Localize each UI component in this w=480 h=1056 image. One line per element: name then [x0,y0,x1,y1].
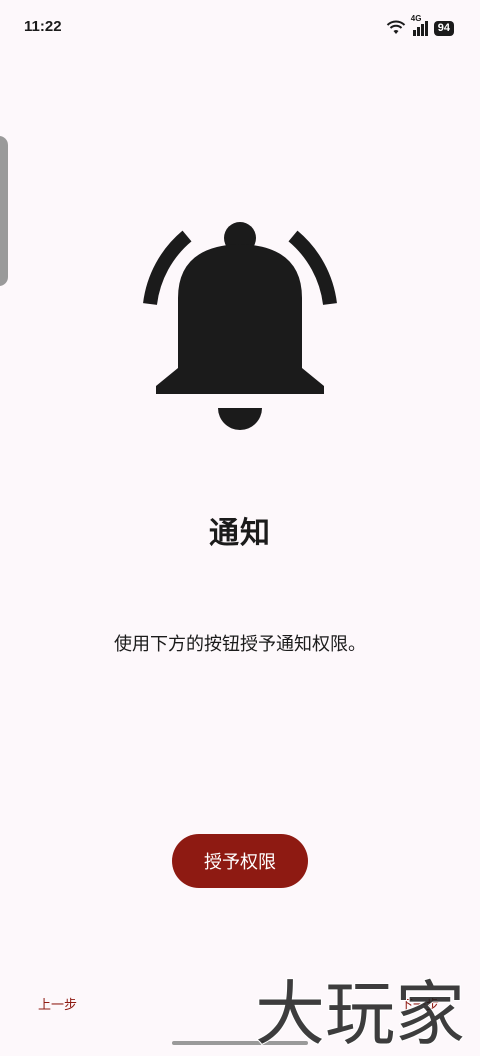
permission-description: 使用下方的按钮授予通知权限。 [114,634,366,655]
signal-icon: 4G [411,14,429,36]
status-bar: 11:22 4G 94 [0,0,480,56]
network-type: 4G [410,14,422,23]
status-icons: 4G 94 [386,14,454,38]
wifi-icon [386,20,406,36]
side-panel-handle[interactable] [0,136,8,286]
battery-icon: 94 [433,20,454,36]
status-time: 11:22 [24,18,62,35]
previous-step-button[interactable]: 上一步 [38,994,77,1013]
grant-permission-button[interactable]: 授予权限 [172,834,308,888]
next-step-button[interactable]: 下一步 [400,994,439,1013]
home-indicator[interactable] [172,1041,308,1045]
page-title: 通知 [209,516,271,551]
bell-icon [134,218,346,430]
